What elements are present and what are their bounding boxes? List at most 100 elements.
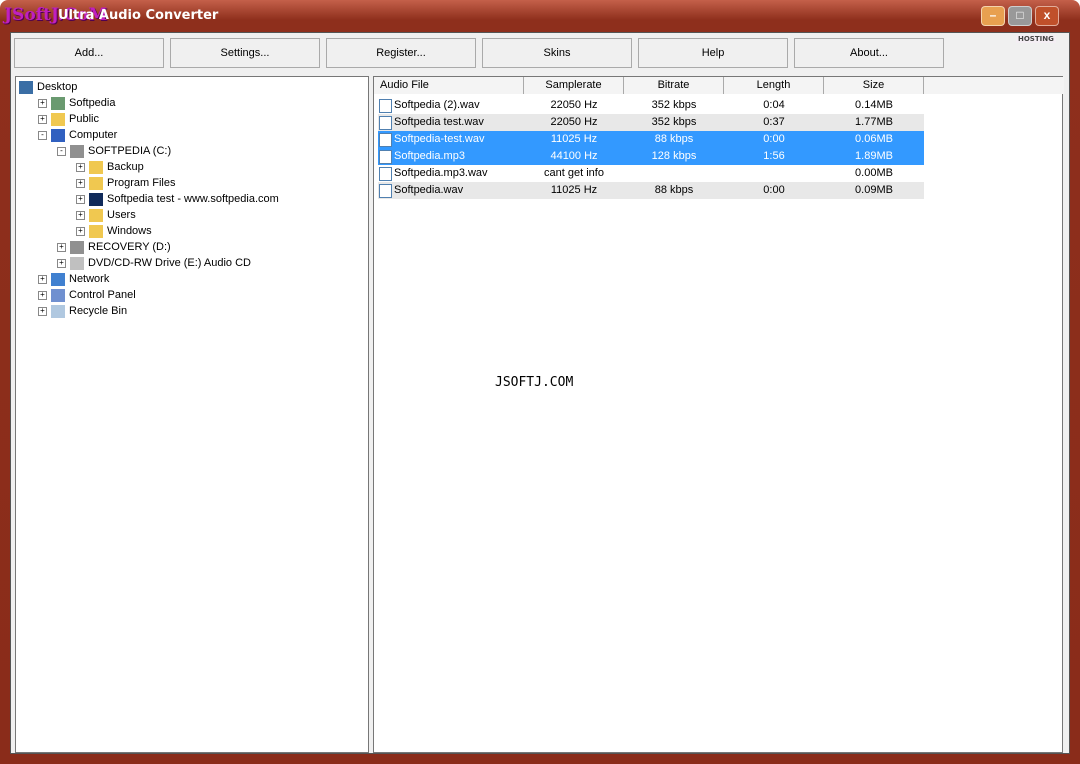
- file-row[interactable]: Softpedia.wav 11025 Hz 88 kbps 0:00 0.09MB: [378, 182, 924, 199]
- folder-tree[interactable]: Desktop + Softpedia + Public - Computer - SOFTPE…: [15, 76, 369, 753]
- tree-item[interactable]: + Recycle Bin: [38, 303, 127, 319]
- collapse-icon[interactable]: -: [38, 130, 47, 140]
- cell-samplerate: 11025 Hz: [550, 184, 598, 196]
- tree-item[interactable]: + Windows: [76, 223, 152, 239]
- tree-item[interactable]: + Users: [76, 207, 136, 223]
- add-button[interactable]: Add...: [14, 38, 164, 68]
- tree-item-label: Users: [107, 209, 136, 221]
- cell-samplerate: 44100 Hz: [550, 150, 598, 162]
- tree-item[interactable]: - Computer: [38, 127, 117, 143]
- recycle-bin-icon: [51, 304, 65, 318]
- skins-button[interactable]: Skins: [482, 38, 632, 68]
- cell-name: Softpedia test.wav: [394, 116, 484, 128]
- file-list[interactable]: Audio File Samplerate Bitrate Length Size Sof…: [373, 76, 1064, 753]
- column-header[interactable]: Length: [724, 77, 824, 94]
- tree-item-label: Recycle Bin: [69, 305, 128, 317]
- about-button[interactable]: About...: [794, 38, 944, 68]
- cell-length: 0:00: [763, 133, 785, 145]
- cell-samplerate: 22050 Hz: [550, 99, 598, 111]
- tree-item-label: DVD/CD-RW Drive (E:) Audio CD: [88, 257, 251, 269]
- file-row[interactable]: Softpedia-test.wav 11025 Hz 88 kbps 0:00 0.0…: [378, 131, 924, 148]
- tree-item[interactable]: + DVD/CD-RW Drive (E:) Audio CD: [57, 255, 251, 271]
- cell-samplerate: 11025 Hz: [550, 133, 598, 145]
- tree-item[interactable]: + Backup: [76, 159, 144, 175]
- file-row[interactable]: Softpedia (2).wav 22050 Hz 352 kbps 0:04 0.1…: [378, 97, 924, 114]
- audio-file-icon: [379, 99, 392, 113]
- cell-samplerate: cant get info: [544, 167, 604, 179]
- cell-size: 0.00MB: [855, 167, 893, 179]
- cell-length: 1:56: [763, 150, 785, 162]
- file-row[interactable]: Softpedia.mp3 44100 Hz 128 kbps 1:56 1.89MB: [378, 148, 924, 165]
- maximize-button[interactable]: □: [1008, 6, 1032, 26]
- folder-icon: [89, 160, 103, 174]
- expand-icon[interactable]: +: [57, 242, 66, 252]
- hosting-badge: HOSTING: [1016, 35, 1056, 43]
- expand-icon[interactable]: +: [76, 162, 85, 172]
- audio-file-icon: [379, 184, 392, 198]
- tree-item-label: Computer: [69, 129, 118, 141]
- tree-item[interactable]: + Public: [38, 111, 99, 127]
- cell-size: 0.14MB: [855, 99, 893, 111]
- tree-item[interactable]: Desktop: [19, 79, 77, 95]
- cell-samplerate: 22050 Hz: [550, 116, 598, 128]
- tree-item-label: RECOVERY (D:): [88, 241, 171, 253]
- tree-item-label: Windows: [107, 225, 152, 237]
- tree-item-label: Desktop: [37, 81, 78, 93]
- help-button[interactable]: Help: [638, 38, 788, 68]
- file-row[interactable]: Softpedia test.wav 22050 Hz 352 kbps 0:37 1.…: [378, 114, 924, 131]
- column-header[interactable]: Audio File: [374, 77, 524, 94]
- expand-icon[interactable]: +: [38, 306, 47, 316]
- cell-bitrate: 88 kbps: [654, 184, 694, 196]
- expand-icon[interactable]: +: [38, 98, 47, 108]
- expand-icon[interactable]: +: [76, 178, 85, 188]
- register-button[interactable]: Register...: [326, 38, 476, 68]
- tree-item[interactable]: - SOFTPEDIA (C:): [57, 143, 171, 159]
- cell-length: 0:37: [763, 116, 785, 128]
- file-row[interactable]: Softpedia.mp3.wav cant get info 0.00MB: [378, 165, 924, 182]
- cell-size: 1.77MB: [855, 116, 893, 128]
- tree-item-label: Control Panel: [69, 289, 136, 301]
- desktop-icon: [19, 80, 33, 94]
- cell-name: Softpedia.wav: [394, 184, 464, 196]
- column-header[interactable]: Size: [824, 77, 924, 94]
- tree-item-label: Program Files: [107, 177, 176, 189]
- cell-size: 1.89MB: [855, 150, 893, 162]
- collapse-icon[interactable]: -: [57, 146, 66, 156]
- tree-item[interactable]: + Network: [38, 271, 109, 287]
- tree-item[interactable]: + Softpedia: [38, 95, 115, 111]
- app-window: JSoftJ.CoM Ultra Audio Converter – □ x A…: [0, 0, 1080, 764]
- expand-icon[interactable]: +: [38, 114, 47, 124]
- tree-item[interactable]: + Program Files: [76, 175, 175, 191]
- control-panel-icon: [51, 288, 65, 302]
- close-button[interactable]: x: [1035, 6, 1059, 26]
- minimize-button[interactable]: –: [981, 6, 1005, 26]
- tree-item-label: Network: [69, 273, 110, 285]
- tree-item-label: SOFTPEDIA (C:): [88, 145, 172, 157]
- audio-file-icon: [379, 133, 392, 147]
- expand-icon[interactable]: +: [76, 226, 85, 236]
- tree-item-label: Public: [69, 113, 99, 125]
- tree-item[interactable]: + Control Panel: [38, 287, 136, 303]
- expand-icon[interactable]: +: [38, 274, 47, 284]
- network-icon: [51, 272, 65, 286]
- watermark: JSOFTJ.COM: [495, 375, 574, 390]
- expand-icon[interactable]: +: [76, 210, 85, 220]
- tree-item-label: Softpedia test - www.softpedia.com: [107, 193, 279, 205]
- tree-item[interactable]: + Softpedia test - www.softpedia.com: [76, 191, 279, 207]
- folder-icon: [51, 112, 65, 126]
- settings-button[interactable]: Settings...: [170, 38, 320, 68]
- expand-icon[interactable]: +: [38, 290, 47, 300]
- folder-icon: [89, 208, 103, 222]
- client-area: Add... Settings... Register... Skins Help Abo…: [10, 32, 1070, 754]
- cell-name: Softpedia-test.wav: [394, 133, 485, 145]
- expand-icon[interactable]: +: [76, 194, 85, 204]
- tree-item[interactable]: + RECOVERY (D:): [57, 239, 171, 255]
- column-header[interactable]: Bitrate: [624, 77, 724, 94]
- expand-icon[interactable]: +: [57, 258, 66, 268]
- drive-icon: [70, 144, 84, 158]
- column-header[interactable]: Samplerate: [524, 77, 624, 94]
- cell-bitrate: 352 kbps: [651, 99, 697, 111]
- tree-item-label: Softpedia: [69, 97, 116, 109]
- audio-file-icon: [379, 150, 392, 164]
- cell-name: Softpedia (2).wav: [394, 99, 480, 111]
